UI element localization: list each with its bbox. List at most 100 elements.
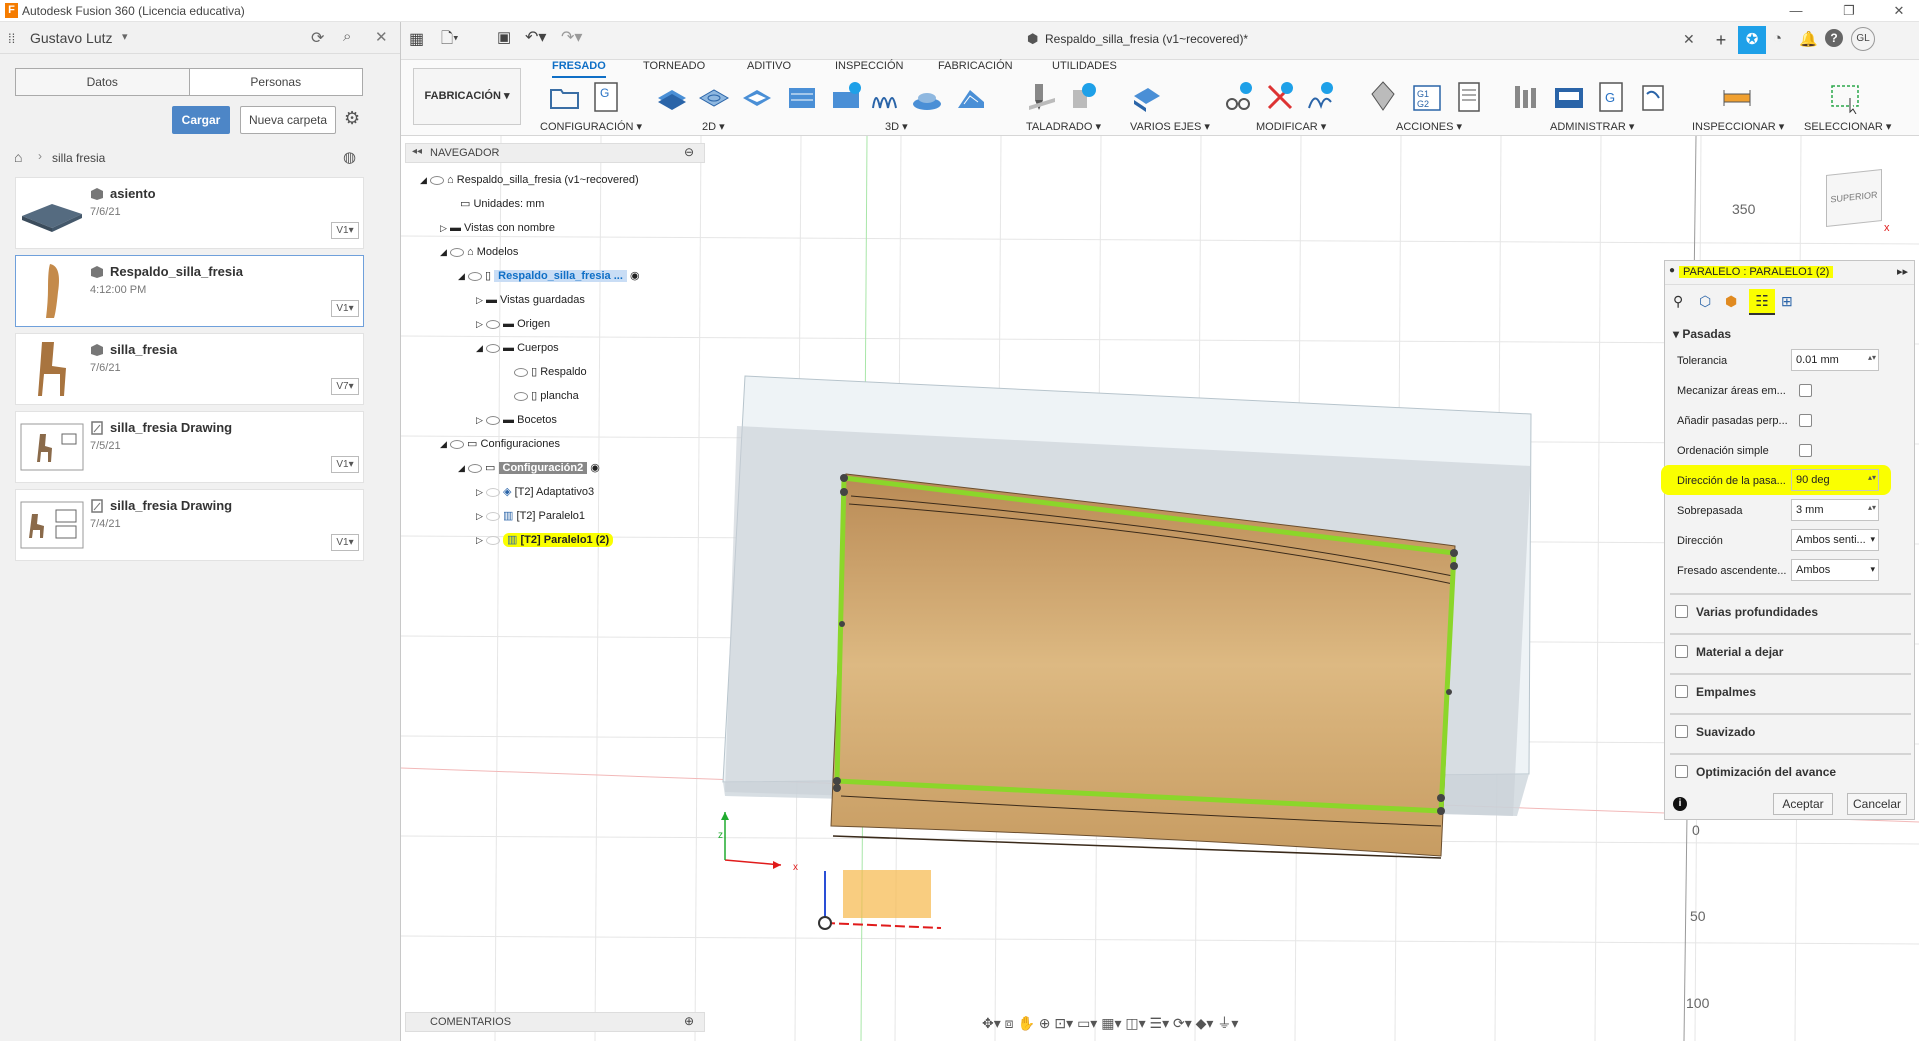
- filter-icon[interactable]: ⏚▾: [1217, 1015, 1238, 1031]
- apps-grid-icon[interactable]: ▦: [409, 29, 424, 49]
- expand-triangle-icon[interactable]: ◢: [440, 247, 447, 257]
- section-stock-to-leave[interactable]: Material a dejar: [1670, 633, 1911, 665]
- spinner-icon[interactable]: ▴▾: [1868, 353, 1876, 362]
- face-icon[interactable]: [655, 80, 689, 114]
- visibility-eye-icon[interactable]: [467, 463, 482, 473]
- file-card[interactable]: Respaldo_silla_fresia 4:12:00 PM V1▾: [15, 255, 364, 327]
- save-icon[interactable]: ▣: [497, 28, 511, 46]
- visibility-eye-icon[interactable]: [514, 391, 528, 401]
- job-status-icon[interactable]: ◔: [1773, 30, 1782, 47]
- expand-triangle-icon[interactable]: ▷: [476, 535, 483, 545]
- close-tab-icon[interactable]: ✕: [1683, 31, 1695, 48]
- new-folder-button[interactable]: Nueva carpeta: [240, 106, 336, 134]
- machine-areas-checkbox[interactable]: [1799, 384, 1812, 397]
- tree-row-sketches[interactable]: ▷ ▬ Bocetos: [476, 411, 557, 429]
- expand-triangle-icon[interactable]: ▷: [476, 511, 483, 521]
- tab-fresado[interactable]: FRESADO: [552, 60, 606, 78]
- section-checkbox[interactable]: [1675, 645, 1688, 658]
- close-icon[interactable]: ✕: [375, 28, 388, 46]
- tree-row-document[interactable]: ◢ ⌂ Respaldo_silla_fresia (v1~recovered): [420, 171, 639, 189]
- visibility-eye-icon[interactable]: [485, 319, 500, 329]
- file-card[interactable]: asiento 7/6/21 V1▾: [15, 177, 364, 249]
- visibility-eye-icon[interactable]: [467, 271, 482, 281]
- expand-triangle-icon[interactable]: ▷: [476, 487, 483, 497]
- climb-select[interactable]: Ambos ▾: [1791, 559, 1879, 581]
- section-checkbox[interactable]: [1675, 605, 1688, 618]
- expand-triangle-icon[interactable]: ◢: [458, 463, 465, 473]
- expand-triangle-icon[interactable]: ◢: [476, 343, 483, 353]
- pin-icon[interactable]: ⊖: [684, 145, 694, 159]
- tree-row-units[interactable]: ▭ Unidades: mm: [460, 195, 544, 213]
- document-title[interactable]: Respaldo_silla_fresia (v1~recovered)*: [1045, 32, 1248, 46]
- scallop-icon[interactable]: [954, 80, 988, 114]
- setup-sheet-icon[interactable]: [1452, 80, 1486, 114]
- breadcrumb[interactable]: silla fresia: [52, 151, 105, 165]
- visibility-eye-icon[interactable]: [485, 487, 500, 497]
- tree-row-body-respaldo[interactable]: ▯ Respaldo: [514, 363, 587, 381]
- group-3d[interactable]: 3D ▾: [885, 120, 908, 133]
- heights-tab-icon[interactable]: ⬢: [1725, 293, 1737, 310]
- expand-triangle-icon[interactable]: ◢: [420, 175, 427, 185]
- ok-button[interactable]: Aceptar: [1773, 793, 1833, 815]
- help-icon[interactable]: ?: [1825, 29, 1843, 47]
- spinner-icon[interactable]: ▴▾: [1868, 503, 1876, 512]
- group-administrar[interactable]: ADMINISTRAR ▾: [1550, 120, 1634, 133]
- collapse-icon[interactable]: ◂◂: [412, 146, 422, 157]
- tree-row-bodies[interactable]: ◢ ▬ Cuerpos: [476, 339, 559, 357]
- tree-row-setups[interactable]: ◢ ▭ Configuraciones: [440, 435, 560, 453]
- spinner-icon[interactable]: ▴▾: [1868, 473, 1876, 482]
- linking-tab-icon[interactable]: ⊞: [1781, 293, 1793, 310]
- origin-point[interactable]: [818, 916, 832, 930]
- info-icon[interactable]: i: [1673, 797, 1687, 811]
- expand-triangle-icon[interactable]: ▷: [476, 415, 483, 425]
- 2d-pocket-icon[interactable]: [740, 80, 774, 114]
- tree-row-origin[interactable]: ▷ ▬ Origen: [476, 315, 550, 333]
- open-folder-icon[interactable]: [548, 80, 582, 114]
- user-name[interactable]: Gustavo Lutz: [30, 30, 113, 46]
- tab-personas[interactable]: Personas: [190, 69, 363, 95]
- tree-row-operation[interactable]: ▷ ◈ [T2] Adaptativo3: [476, 483, 594, 501]
- section-fillets[interactable]: Empalmes: [1670, 673, 1911, 705]
- view-cube[interactable]: SUPERIOR: [1826, 169, 1882, 227]
- section-smoothing[interactable]: Suavizado: [1670, 713, 1911, 745]
- file-card[interactable]: silla_fresia Drawing 7/4/21 V1▾: [15, 489, 364, 561]
- refresh-icon[interactable]: ⟳▾: [1173, 1015, 1192, 1031]
- expand-dialog-icon[interactable]: ▸▸: [1897, 265, 1908, 278]
- apps-grid-icon[interactable]: ⁞⁞: [8, 31, 15, 46]
- display-settings-icon[interactable]: ▭▾: [1077, 1015, 1097, 1031]
- upload-button[interactable]: Cargar: [172, 106, 230, 134]
- post-library-icon[interactable]: G: [1594, 80, 1628, 114]
- group-varios-ejes[interactable]: VARIOS EJES ▾: [1130, 120, 1210, 133]
- undo-icon[interactable]: ↶▾: [525, 27, 546, 47]
- cut-toolpath-icon[interactable]: [1222, 80, 1256, 114]
- tolerance-input[interactable]: 0.01 mm ▴▾: [1791, 349, 1879, 371]
- post-process-icon[interactable]: G1G2: [1410, 80, 1444, 114]
- tree-row-operation-selected[interactable]: ▷ ▥ [T2] Paralelo1 (2): [476, 531, 614, 549]
- avatar[interactable]: GL: [1851, 27, 1875, 51]
- tree-row-saved-views[interactable]: ▷ ▬ Vistas guardadas: [476, 291, 585, 309]
- version-dropdown[interactable]: V1▾: [331, 456, 359, 473]
- tab-inspeccion[interactable]: INSPECCIÓN: [835, 60, 903, 78]
- group-configuracion[interactable]: CONFIGURACIÓN ▾: [540, 120, 642, 133]
- section-checkbox[interactable]: [1675, 765, 1688, 778]
- simulate-icon[interactable]: [1366, 80, 1400, 114]
- gear-icon[interactable]: ⚙: [344, 108, 360, 129]
- passes-section-header[interactable]: ▾ Pasadas: [1673, 327, 1731, 341]
- visibility-eye-icon[interactable]: [514, 367, 528, 377]
- pass-direction-input[interactable]: 90 deg ▴▾: [1791, 469, 1879, 491]
- add-passes-checkbox[interactable]: [1799, 414, 1812, 427]
- group-acciones[interactable]: ACCIONES ▾: [1396, 120, 1462, 133]
- expand-triangle-icon[interactable]: ▷: [476, 319, 483, 329]
- edit-toolpath-icon[interactable]: [1303, 80, 1337, 114]
- expand-triangle-icon[interactable]: ▷: [440, 223, 447, 233]
- version-dropdown[interactable]: V1▾: [331, 222, 359, 239]
- machine-library-icon[interactable]: [1552, 80, 1586, 114]
- tab-datos[interactable]: Datos: [16, 69, 190, 95]
- refresh-icon[interactable]: ⟳: [311, 28, 324, 48]
- drill-icon[interactable]: [1025, 80, 1059, 114]
- activate-radio-icon[interactable]: ◉: [630, 270, 640, 282]
- close-window-button[interactable]: ✕: [1882, 2, 1916, 20]
- file-card[interactable]: silla_fresia 7/6/21 V7▾: [15, 333, 364, 405]
- search-icon[interactable]: ⌕: [343, 28, 351, 45]
- visibility-eye-icon[interactable]: [449, 439, 464, 449]
